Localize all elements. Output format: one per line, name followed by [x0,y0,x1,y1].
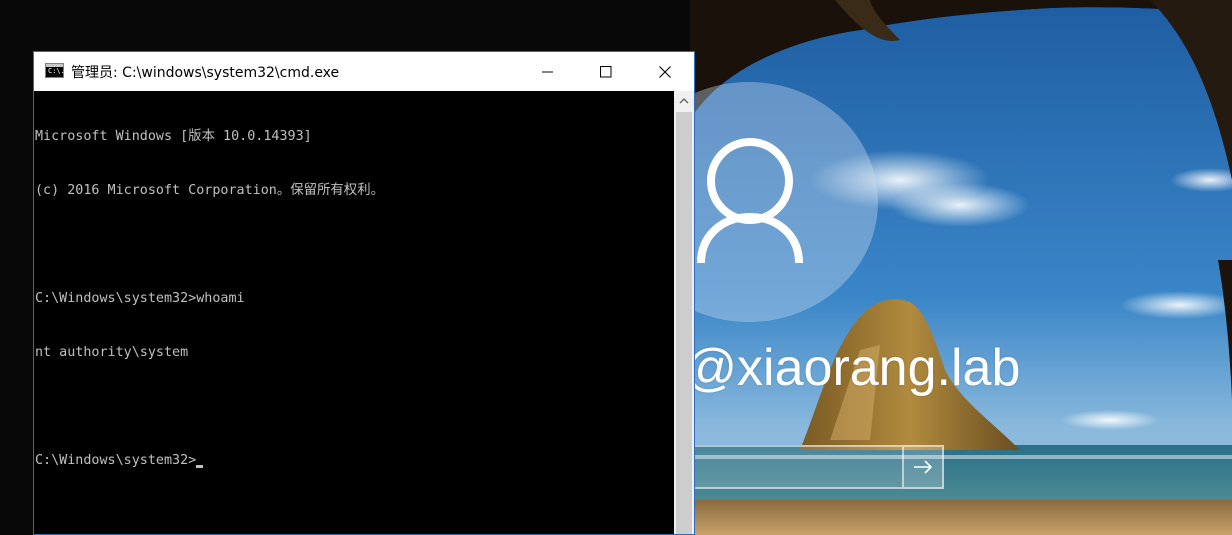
window-title: 管理员: C:\windows\system32\cmd.exe [71,65,340,81]
minimize-icon [542,71,553,72]
console-line: nt authority\system [35,345,189,360]
console-line: C:\Windows\system32>whoami [35,291,245,306]
close-button[interactable] [636,52,694,91]
console-output[interactable]: Microsoft Windows [版本 10.0.14393] (c) 20… [34,91,674,534]
console-prompt-line[interactable]: C:\Windows\system32> [35,452,674,470]
close-icon [659,65,671,78]
vertical-scrollbar[interactable] [674,91,694,534]
minimize-button[interactable] [519,52,577,91]
cmd-app-icon: C:\. [45,63,65,78]
console-line: (c) 2016 Microsoft Corporation。保留所有权利。 [35,183,384,198]
chevron-up-icon [679,98,689,104]
arrow-right-icon [914,460,933,474]
title-bar[interactable]: C:\. 管理员: C:\windows\system32\cmd.exe [34,52,694,91]
text-cursor [196,465,204,468]
maximize-icon [600,65,612,77]
user-icon [697,138,803,264]
maximize-button[interactable] [577,52,635,91]
scroll-thumb[interactable] [676,112,692,534]
console-prompt: C:\Windows\system32> [35,453,197,468]
cmd-window[interactable]: C:\. 管理员: C:\windows\system32\cmd.exe Mi… [33,51,695,535]
submit-button[interactable] [902,445,944,489]
scroll-up-button[interactable] [674,91,694,111]
console-line: Microsoft Windows [版本 10.0.14393] [35,129,312,144]
